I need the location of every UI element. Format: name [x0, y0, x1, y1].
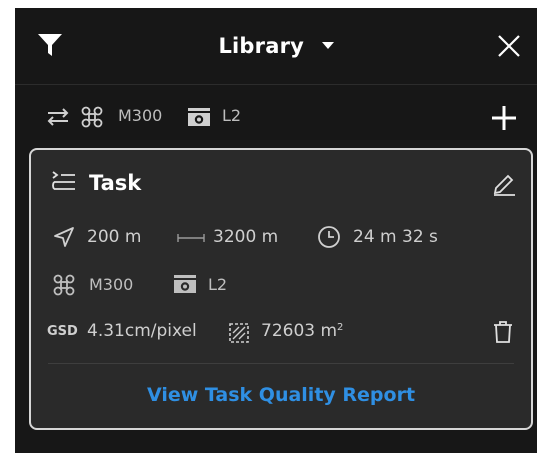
edit-pencil-icon[interactable] [491, 170, 517, 196]
altitude-icon [53, 226, 75, 248]
area-unit-superscript: 2 [337, 322, 344, 333]
task-list-icon [51, 170, 77, 194]
clock-icon [317, 225, 341, 249]
caret-down-icon [321, 42, 334, 50]
gsd-label: GSD [47, 324, 78, 339]
card-divider [48, 363, 514, 364]
task-card[interactable]: Task 200 m 3200 m 24 m 32 s M300 L2 GSD … [29, 148, 533, 430]
area-icon [228, 322, 250, 344]
distance-value: 3200 m [213, 227, 279, 247]
task-drone-model: M300 [89, 275, 134, 294]
panel-header: Library [15, 8, 537, 85]
area-value: 72603 m2 [261, 321, 343, 341]
view-quality-report-link[interactable]: View Task Quality Report [31, 384, 531, 406]
task-payload-model: L2 [208, 275, 228, 294]
close-icon[interactable] [497, 34, 521, 58]
library-dropdown[interactable]: Library [15, 34, 537, 58]
panel-title: Library [218, 34, 305, 58]
drone-icon [53, 274, 75, 296]
trash-icon[interactable] [493, 320, 513, 344]
duration-value: 24 m 32 s [353, 227, 438, 247]
task-name: Task [89, 171, 142, 195]
camera-icon [173, 274, 197, 294]
payload-model: L2 [222, 106, 242, 125]
library-panel: Library M300 L2 Task 200 m 3200 m 24 m 3… [15, 8, 537, 453]
drone-model: M300 [118, 106, 163, 125]
area-number: 72603 m [261, 321, 338, 341]
altitude-value: 200 m [87, 227, 142, 247]
distance-icon [177, 233, 205, 243]
gsd-value: 4.31cm/pixel [87, 321, 197, 341]
plus-icon[interactable] [491, 105, 517, 131]
swap-icon[interactable] [45, 108, 71, 126]
drone-icon [81, 106, 103, 128]
camera-icon [187, 107, 211, 127]
device-filter-bar: M300 L2 [15, 84, 537, 146]
